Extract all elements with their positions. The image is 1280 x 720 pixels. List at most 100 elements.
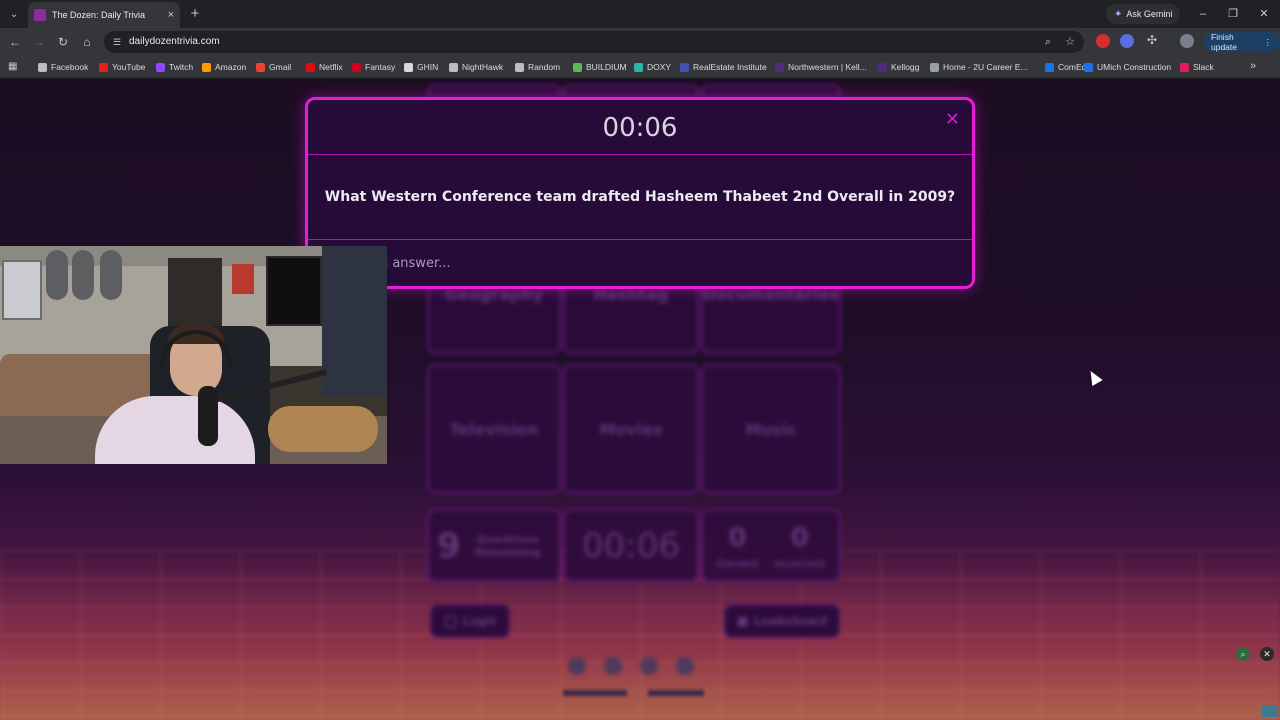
restore-button[interactable]: ❐	[1222, 4, 1244, 24]
more-bookmarks-icon[interactable]: »	[1250, 60, 1256, 72]
overlay-widget[interactable]	[1262, 705, 1278, 717]
bookmark-label: DOXY	[647, 62, 672, 72]
browser-tab[interactable]: The Dozen: Daily Trivia ×	[28, 2, 180, 28]
bookmark-favicon-icon	[930, 62, 939, 72]
webcam-microphone	[198, 386, 218, 446]
category-tile[interactable]: Television	[427, 364, 561, 494]
zoom-icon[interactable]: ⌕	[1040, 34, 1056, 50]
minimize-button[interactable]: –	[1192, 4, 1214, 24]
bookmark-label: Twitch	[169, 62, 194, 72]
category-tile[interactable]: Movies	[563, 364, 699, 494]
ask-gemini-button[interactable]: ✦ Ask Gemini	[1106, 4, 1181, 24]
bookmarks-bar: ▦ Facebook YouTube Twitch Amazon Gmail Netfli…	[0, 56, 1280, 78]
bookmark-item[interactable]: Facebook	[38, 56, 88, 78]
search-icon[interactable]: ⌕	[1236, 647, 1250, 661]
bookmark-item[interactable]: UMich Construction	[1084, 56, 1171, 78]
bookmark-item[interactable]: Netflix	[306, 56, 343, 78]
bookmark-label: UMich Construction	[1097, 62, 1172, 72]
incorrect-count: 0	[790, 522, 809, 553]
site-favicon-icon	[34, 9, 46, 21]
new-tab-button[interactable]: +	[186, 5, 204, 23]
bookmark-label: Northwestern | Kell...	[788, 62, 867, 72]
bookmark-item[interactable]: Twitch	[156, 56, 193, 78]
tab-search-icon[interactable]: ⌄	[4, 4, 24, 24]
instagram-icon[interactable]	[640, 657, 658, 675]
bookmark-item[interactable]: YouTube	[99, 56, 145, 78]
bookmark-label: Slack	[1193, 62, 1214, 72]
webcam-skateboard	[46, 250, 68, 300]
bookmark-item[interactable]: BUILDIUM	[573, 56, 627, 78]
footer-link[interactable]	[648, 690, 704, 696]
bookmark-label: Facebook	[51, 62, 89, 72]
back-icon[interactable]: ←	[6, 33, 24, 51]
bookmark-item[interactable]: RealEstate Institute	[680, 56, 767, 78]
site-info-icon[interactable]: ☰	[111, 36, 123, 48]
tiktok-icon[interactable]	[676, 657, 694, 675]
tab-close-icon[interactable]: ×	[168, 9, 174, 21]
bookmark-item[interactable]: Amazon	[202, 56, 246, 78]
window-close-button[interactable]: ✕	[1253, 4, 1275, 24]
extension-icon[interactable]	[1120, 34, 1134, 48]
correct-label: Correct	[716, 558, 759, 570]
bookmark-favicon-icon	[38, 62, 47, 72]
discord-icon[interactable]	[568, 657, 586, 675]
incorrect-score: 0 Incorrect	[774, 523, 825, 570]
twitter-icon[interactable]	[604, 657, 622, 675]
bookmark-label: NightHawk	[462, 62, 504, 72]
bookmark-item[interactable]: DOXY	[634, 56, 671, 78]
bookmark-item[interactable]: Random	[515, 56, 560, 78]
bookmark-favicon-icon	[306, 62, 315, 72]
login-label: Login	[463, 614, 497, 628]
bookmark-item[interactable]: Fantasy	[352, 56, 395, 78]
url-text[interactable]: dailydozentrivia.com	[129, 31, 220, 53]
bookmark-item[interactable]: NightHawk	[449, 56, 503, 78]
bookmark-item[interactable]: ComEd	[1045, 56, 1086, 78]
bookmark-label: Fantasy	[365, 62, 396, 72]
close-icon[interactable]: ✕	[945, 110, 960, 128]
extension-icon[interactable]	[1096, 34, 1110, 48]
bookmark-label: BUILDIUM	[586, 62, 627, 72]
bookmark-favicon-icon	[449, 62, 458, 72]
home-icon[interactable]: ⌂	[78, 33, 96, 51]
bookmark-label: ComEd	[1058, 62, 1087, 72]
question-timer: 00:06	[602, 113, 678, 143]
bookmark-label: RealEstate Institute	[693, 62, 767, 72]
bookmark-item[interactable]: Northwestern | Kell...	[775, 56, 867, 78]
address-bar[interactable]: ☰ dailydozentrivia.com ⌕ ☆	[104, 31, 1084, 53]
profile-avatar[interactable]	[1180, 34, 1194, 48]
board-timer: 00:06	[563, 509, 699, 583]
footer-link[interactable]	[563, 690, 627, 696]
bookmark-star-icon[interactable]: ☆	[1062, 34, 1078, 50]
bookmark-favicon-icon	[99, 62, 108, 72]
bookmark-favicon-icon	[775, 62, 784, 72]
bookmark-favicon-icon	[680, 62, 689, 72]
questions-remaining-label: Questions Remaining	[474, 533, 541, 559]
bookmark-favicon-icon	[256, 62, 265, 72]
bookmark-label: Netflix	[319, 62, 343, 72]
question-text: What Western Conference team drafted Has…	[324, 189, 956, 205]
close-icon[interactable]: ✕	[1260, 647, 1274, 661]
bookmark-item[interactable]: GHIN	[404, 56, 438, 78]
extensions-puzzle-icon[interactable]: ✣	[1144, 33, 1160, 47]
forward-icon[interactable]: →	[30, 33, 48, 51]
login-button[interactable]: ◯ Login	[430, 604, 510, 638]
bookmark-favicon-icon	[573, 62, 582, 72]
bookmark-item[interactable]: Slack	[1180, 56, 1214, 78]
apps-grid-icon[interactable]: ▦	[8, 61, 17, 72]
bookmark-label: Home - 2U Career E...	[943, 62, 1028, 72]
bookmark-favicon-icon	[1045, 62, 1054, 72]
user-icon: ◯	[443, 614, 458, 628]
webcam-poster	[232, 264, 254, 294]
browser-toolbar: ← → ↻ ⌂ ☰ dailydozentrivia.com ⌕ ☆ ✣ Fin…	[0, 28, 1280, 56]
bookmark-item[interactable]: Gmail	[256, 56, 291, 78]
incorrect-label: Incorrect	[774, 558, 826, 570]
bookmark-item[interactable]: Kellogg	[878, 56, 919, 78]
webcam-map-poster	[2, 260, 42, 320]
category-tile[interactable]: Music	[701, 364, 841, 494]
gemini-icon: ✦	[1114, 8, 1123, 20]
reload-icon[interactable]: ↻	[54, 33, 72, 51]
bookmark-item[interactable]: Home - 2U Career E...	[930, 56, 1028, 78]
finish-update-button[interactable]: Finish update ⋮	[1203, 32, 1280, 52]
answer-input[interactable]	[308, 240, 972, 286]
leaderboard-button[interactable]: ▣ Leaderboard	[724, 604, 840, 638]
